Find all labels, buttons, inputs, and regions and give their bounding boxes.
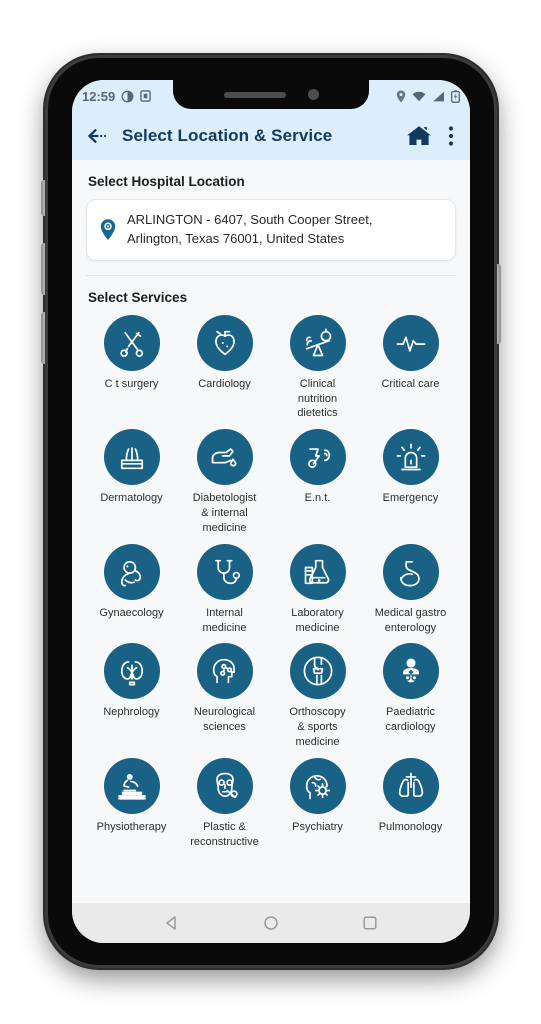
lab-flask-icon — [289, 543, 346, 600]
brain-head-icon — [196, 643, 253, 700]
stethoscope-icon — [196, 543, 253, 600]
phone-screen: 12:59 Select Location & Service Select H… — [72, 80, 470, 943]
status-time: 12:59 — [82, 88, 116, 104]
location-section-title: Select Hospital Location — [88, 174, 245, 189]
address-line-2: Arlington, Texas 76001, United States — [127, 230, 345, 246]
services-section-title: Select Services — [88, 289, 188, 305]
service-label: Physiotherapy — [96, 820, 167, 833]
massage-therapy-icon — [103, 757, 160, 814]
address-line-1: ARLINGTON - 6407, South Cooper Street, — [127, 212, 373, 227]
service-label: Medical gastro enterology — [374, 606, 447, 634]
brain-gear-icon — [289, 757, 346, 814]
app-badge-icon — [140, 90, 152, 102]
service-item[interactable]: Plastic & reconstructive — [179, 757, 270, 850]
service-item[interactable]: Emergency — [365, 429, 456, 536]
service-item[interactable]: Cardiology — [179, 314, 270, 422]
nav-recents-icon[interactable] — [362, 915, 378, 931]
service-item[interactable]: Gynaecology — [86, 543, 177, 636]
service-label: Emergency — [382, 492, 439, 505]
service-item[interactable]: Internal medicine — [179, 543, 270, 636]
services-grid: C t surgery Cardiology Clinical nutrition … — [86, 314, 456, 850]
nav-back-icon[interactable] — [164, 915, 180, 931]
service-label: Psychiatry — [292, 820, 343, 833]
lungs-icon — [382, 757, 439, 814]
service-label: Clinical nutrition dietetics — [297, 377, 338, 420]
back-arrow-icon[interactable] — [86, 127, 110, 145]
service-item[interactable]: Physiotherapy — [86, 757, 177, 850]
knee-joint-icon — [289, 643, 346, 700]
status-bar: 12:59 — [72, 80, 470, 112]
home-icon[interactable] — [406, 124, 432, 148]
silence-switch[interactable] — [41, 180, 47, 216]
service-label: Plastic & reconstructive — [190, 820, 259, 848]
earpiece-speaker — [223, 91, 286, 98]
status-bar-left: 12:59 — [82, 88, 152, 104]
service-label: Nephrology — [103, 706, 160, 719]
more-options-icon[interactable] — [448, 124, 454, 148]
skin-hair-icon — [103, 429, 160, 486]
service-label: Diabetologist & internal medicine — [192, 492, 257, 534]
battery-icon — [451, 89, 460, 103]
section-divider — [86, 274, 456, 276]
app-bar: Select Location & Service — [72, 112, 470, 160]
service-label: Internal medicine — [202, 606, 247, 634]
location-pin-icon — [100, 219, 116, 240]
baby-icon — [382, 643, 439, 700]
service-item[interactable]: Pulmonology — [365, 757, 456, 850]
service-item[interactable]: Medical gastro enterology — [365, 543, 456, 636]
page-title: Select Location & Service — [122, 126, 333, 145]
volume-up-button[interactable] — [41, 243, 47, 295]
heart-icon — [196, 314, 253, 371]
service-label: C t surgery — [104, 377, 159, 390]
service-label: Dermatology — [100, 492, 163, 505]
heartbeat-line-icon — [382, 314, 439, 371]
service-item[interactable]: Diabetologist & internal medicine — [179, 429, 270, 536]
nutrition-scale-icon — [289, 314, 346, 371]
service-item[interactable]: Dermatology — [86, 429, 177, 536]
face-surgery-icon — [196, 757, 253, 814]
location-pin-icon — [396, 90, 406, 102]
service-item[interactable]: Orthoscopy & sports medicine — [272, 643, 363, 750]
front-camera — [307, 89, 319, 100]
surgery-tools-icon — [103, 314, 160, 371]
service-label: Orthoscopy & sports medicine — [289, 706, 346, 749]
kidney-icon — [103, 643, 160, 700]
service-item[interactable]: C t surgery — [86, 314, 177, 422]
ear-nose-throat-icon — [289, 429, 346, 486]
status-bar-right — [396, 89, 460, 103]
service-item[interactable]: Laboratory medicine — [272, 543, 363, 636]
notch — [173, 80, 369, 109]
service-item[interactable]: Psychiatry — [272, 757, 363, 850]
service-label: Critical care — [381, 377, 440, 390]
finger-blood-drop-icon — [196, 429, 253, 486]
hospital-address: ARLINGTON - 6407, South Cooper Street, A… — [127, 211, 372, 249]
service-item[interactable]: Paediatric cardiology — [365, 643, 456, 750]
content-area: Select Hospital Location ARLINGTON - 640… — [72, 160, 470, 903]
service-item[interactable]: E.n.t. — [272, 429, 363, 536]
service-label: Gynaecology — [99, 606, 164, 619]
service-item[interactable]: Clinical nutrition dietetics — [272, 314, 363, 422]
service-item[interactable]: Neurological sciences — [179, 643, 270, 750]
service-label: Pulmonology — [378, 820, 443, 833]
hospital-location-card[interactable]: ARLINGTON - 6407, South Cooper Street, A… — [86, 199, 456, 261]
service-label: Laboratory medicine — [291, 606, 344, 634]
service-item[interactable]: Critical care — [365, 314, 456, 422]
power-button[interactable] — [495, 264, 501, 344]
service-label: E.n.t. — [304, 492, 331, 505]
stomach-icon — [382, 543, 439, 600]
service-label: Neurological sciences — [193, 706, 256, 734]
fetus-icon — [103, 543, 160, 600]
android-nav-bar — [72, 903, 470, 943]
brightness-icon — [121, 90, 134, 102]
nav-home-icon[interactable] — [263, 915, 279, 931]
siren-icon — [382, 429, 439, 486]
service-item[interactable]: Nephrology — [86, 643, 177, 750]
wifi-icon — [412, 91, 426, 101]
service-label: Cardiology — [198, 377, 251, 390]
signal-icon — [433, 91, 444, 101]
service-label: Paediatric cardiology — [385, 706, 436, 734]
volume-down-button[interactable] — [41, 312, 47, 364]
